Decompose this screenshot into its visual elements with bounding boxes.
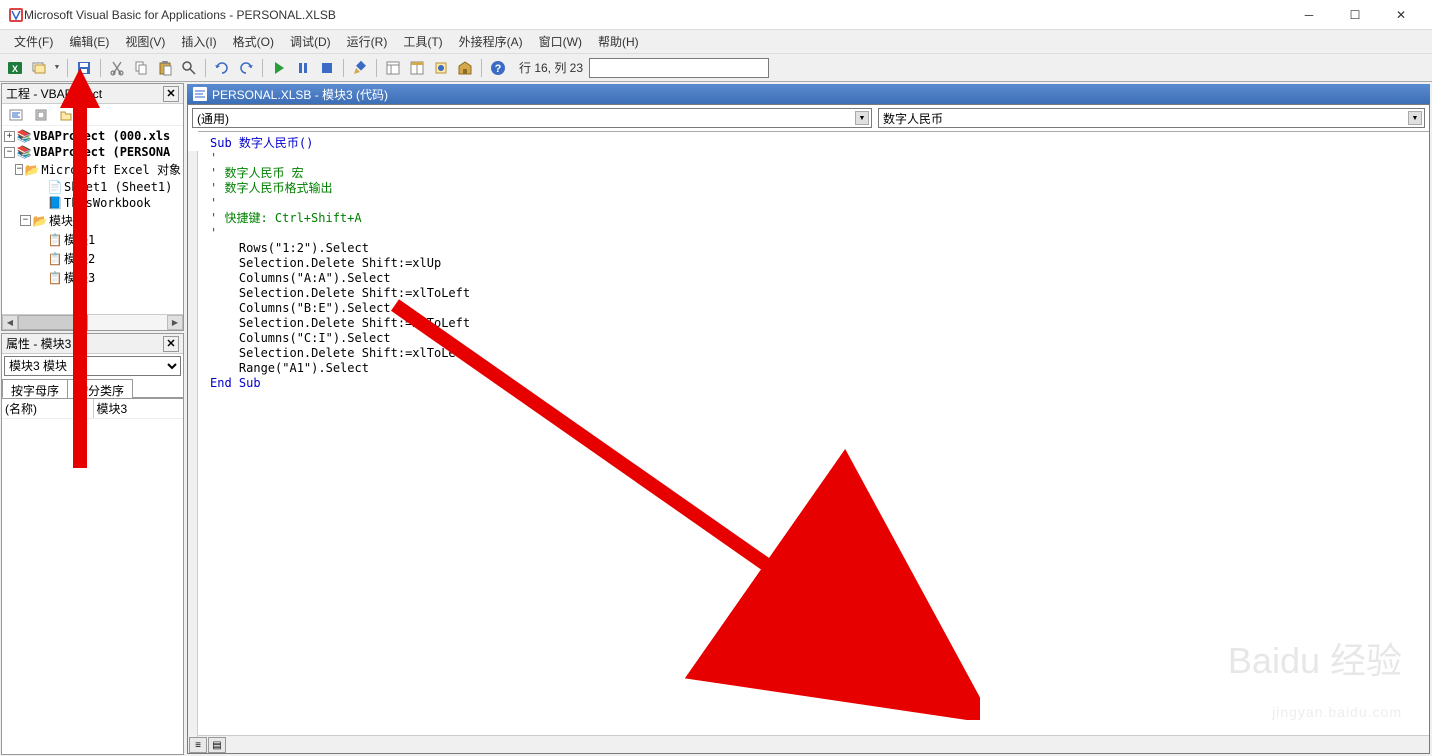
vba-project-icon: 📚 (17, 145, 31, 159)
module-icon (193, 87, 207, 101)
menu-file[interactable]: 文件(F) (6, 31, 61, 52)
close-button[interactable]: ✕ (1378, 0, 1424, 30)
prop-object-select[interactable]: 模块3 模块 (4, 356, 181, 376)
folder-open-icon: 📂 (33, 214, 47, 228)
excel-objects-folder[interactable]: −📂Microsoft Excel 对象 (4, 160, 181, 179)
design-mode-icon[interactable] (349, 57, 371, 79)
worksheet-icon: 📄 (48, 180, 62, 194)
sheet1-node[interactable]: 📄Sheet1 (Sheet1) (4, 179, 181, 195)
cut-icon[interactable] (106, 57, 128, 79)
toolbar: X ▼ ? 行 16, 列 23 (0, 54, 1432, 82)
menu-addins[interactable]: 外接程序(A) (451, 31, 531, 52)
module3-node[interactable]: 📋模块3 (4, 268, 181, 287)
menu-format[interactable]: 格式(O) (225, 31, 282, 52)
code-window: PERSONAL.XLSB - 模块3 (代码) (通用)▼ 数字人民币▼ Su… (187, 84, 1430, 754)
thisworkbook-node[interactable]: 📘ThisWorkbook (4, 195, 181, 211)
save-icon[interactable] (73, 57, 95, 79)
break-icon[interactable] (292, 57, 314, 79)
cursor-position: 行 16, 列 23 (519, 59, 583, 76)
code-editor[interactable]: Sub 数字人民币() ' ' 数字人民币 宏 ' 数字人民币格式输出 ' ' … (198, 131, 1429, 735)
project-hscroll[interactable]: ◀ ▶ (2, 314, 183, 330)
undo-icon[interactable] (211, 57, 233, 79)
maximize-button[interactable]: ☐ (1332, 0, 1378, 30)
menu-tools[interactable]: 工具(T) (395, 31, 450, 52)
module1-node[interactable]: 📋模块1 (4, 230, 181, 249)
project-node-1[interactable]: +📚VBAProject (000.xls (4, 128, 181, 144)
full-module-view-button[interactable]: ▤ (208, 737, 226, 753)
toggle-folders-icon[interactable] (55, 104, 77, 126)
module-icon: 📋 (48, 233, 62, 247)
menu-view[interactable]: 视图(V) (117, 31, 173, 52)
svg-text:X: X (12, 64, 18, 74)
code-window-titlebar[interactable]: PERSONAL.XLSB - 模块3 (代码) (187, 84, 1430, 104)
project-explorer-panel: 工程 - VBAProject ✕ +📚VBAProject (000.xls … (1, 83, 184, 331)
modules-folder[interactable]: −📂模块 (4, 211, 181, 230)
workbook-icon: 📘 (48, 196, 62, 210)
menu-bar: 文件(F) 编辑(E) 视图(V) 插入(I) 格式(O) 调试(D) 运行(R… (0, 30, 1432, 54)
scroll-right-icon[interactable]: ▶ (167, 315, 183, 330)
module2-node[interactable]: 📋模块2 (4, 249, 181, 268)
scroll-left-icon[interactable]: ◀ (2, 315, 18, 330)
run-icon[interactable] (268, 57, 290, 79)
project-node-2[interactable]: −📚VBAProject (PERSONA (4, 144, 181, 160)
insert-object-dropdown[interactable]: ▼ (52, 57, 62, 79)
view-excel-icon[interactable]: X (4, 57, 26, 79)
close-panel-button[interactable]: ✕ (163, 336, 179, 352)
reset-icon[interactable] (316, 57, 338, 79)
prop-row[interactable]: (名称) 模块3 (2, 399, 183, 419)
vba-project-icon: 📚 (17, 129, 31, 143)
procedure-view-button[interactable]: ≡ (189, 737, 207, 753)
project-explorer-icon[interactable] (382, 57, 404, 79)
module-icon: 📋 (48, 252, 62, 266)
menu-debug[interactable]: 调试(D) (282, 31, 339, 52)
paste-icon[interactable] (154, 57, 176, 79)
toolbox-icon[interactable] (454, 57, 476, 79)
folder-open-icon: 📂 (25, 163, 39, 177)
find-icon[interactable] (178, 57, 200, 79)
menu-window[interactable]: 窗口(W) (531, 31, 590, 52)
prop-tab-alphabetic[interactable]: 按字母序 (2, 379, 68, 398)
project-panel-title: 工程 - VBAProject (6, 85, 163, 102)
properties-panel: 属性 - 模块3 ✕ 模块3 模块 按字母序 按分类序 (名称) 模块3 (1, 333, 184, 755)
menu-edit[interactable]: 编辑(E) (61, 31, 117, 52)
dropdown-arrow-icon: ▼ (855, 111, 869, 125)
redo-icon[interactable] (235, 57, 257, 79)
help-icon[interactable]: ? (487, 57, 509, 79)
insert-object-icon[interactable] (28, 57, 50, 79)
properties-window-icon[interactable] (406, 57, 428, 79)
menu-run[interactable]: 运行(R) (339, 31, 396, 52)
prop-grid[interactable]: (名称) 模块3 (2, 398, 183, 754)
view-object-icon[interactable] (30, 104, 52, 126)
view-code-icon[interactable] (5, 104, 27, 126)
prop-panel-title: 属性 - 模块3 (6, 335, 163, 352)
toolbar-input[interactable] (589, 58, 769, 78)
title-bar: Microsoft Visual Basic for Applications … (0, 0, 1432, 30)
project-tree[interactable]: +📚VBAProject (000.xls −📚VBAProject (PERS… (2, 126, 183, 314)
dropdown-arrow-icon: ▼ (1408, 111, 1422, 125)
menu-help[interactable]: 帮助(H) (590, 31, 647, 52)
menu-insert[interactable]: 插入(I) (173, 31, 224, 52)
window-title: Microsoft Visual Basic for Applications … (24, 8, 1286, 22)
code-margin (188, 151, 198, 737)
vba-app-icon (8, 7, 24, 23)
minimize-button[interactable]: ─ (1286, 0, 1332, 30)
module-icon: 📋 (48, 271, 62, 285)
procedure-dropdown[interactable]: 数字人民币▼ (878, 108, 1425, 128)
object-dropdown[interactable]: (通用)▼ (192, 108, 872, 128)
svg-text:?: ? (495, 63, 502, 75)
copy-icon[interactable] (130, 57, 152, 79)
close-panel-button[interactable]: ✕ (163, 86, 179, 102)
object-browser-icon[interactable] (430, 57, 452, 79)
prop-tab-categorized[interactable]: 按分类序 (67, 379, 133, 398)
